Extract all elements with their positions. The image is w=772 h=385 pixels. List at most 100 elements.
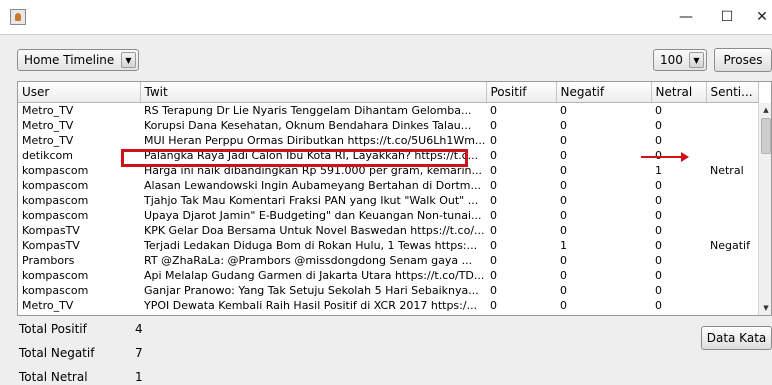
cell-twit: Upaya Djarot Jamin" E-Budgeting" dan Keu… <box>144 208 482 222</box>
chevron-down-icon[interactable]: ▼ <box>121 52 136 68</box>
column-header-user[interactable]: User <box>18 82 141 103</box>
table-row[interactable]: Metro_TV MUI Heran Perppu Ormas Diributka… <box>18 133 758 148</box>
table-row[interactable]: kompascom Tjahjo Tak Mau Komentari Fraksi… <box>18 193 758 208</box>
cell-sentimen: Netral <box>710 163 744 177</box>
cell-positif: 0 <box>490 223 497 237</box>
cell-twit: Alasan Lewandowski Ingin Aubameyang Bert… <box>144 178 482 192</box>
main-panel: Home Timeline ▼ 100 ▼ Proses User Twit P… <box>0 34 772 385</box>
table-header-row: User Twit Positif Negatif Netral Senti..… <box>18 82 759 103</box>
cell-netral: 0 <box>655 238 662 252</box>
cell-netral: 0 <box>655 253 662 267</box>
cell-negatif: 0 <box>560 103 567 117</box>
cell-user: kompascom <box>22 178 89 192</box>
cell-positif: 0 <box>490 238 497 252</box>
cell-twit: Tjahjo Tak Mau Komentari Fraksi PAN yang… <box>144 193 479 207</box>
cell-twit: Terjadi Ledakan Diduga Bom di Rokan Hulu… <box>144 238 478 252</box>
table-row[interactable]: Metro_TV RS Terapung Dr Lie Nyaris Tengge… <box>18 102 758 118</box>
cell-user: Metro_TV <box>22 298 74 312</box>
cell-sentimen <box>706 253 758 268</box>
cell-positif: 0 <box>490 268 497 282</box>
cell-twit: RS Terapung Dr Lie Nyaris Tenggelam Diha… <box>144 103 472 117</box>
tweet-table: User Twit Positif Negatif Netral Senti..… <box>17 81 772 316</box>
cell-positif: 0 <box>490 193 497 207</box>
table-row[interactable]: Prambors RT @ZhaRaLa: @Prambors @missdong… <box>18 253 758 268</box>
red-arrow-annotation <box>641 152 689 162</box>
table-row[interactable]: kompascom Alasan Lewandowski Ingin Aubame… <box>18 178 758 193</box>
title-bar: — ☐ ✕ <box>0 0 772 34</box>
table-row[interactable]: Metro_TV Korupsi Dana Kesehatan, Oknum Be… <box>18 118 758 133</box>
table-row[interactable]: KompasTV Terjadi Ledakan Diduga Bom di Ro… <box>18 238 758 253</box>
cell-twit: Ganjar Pranowo: Yang Tak Setuju Sekolah … <box>144 283 479 297</box>
close-button[interactable]: ✕ <box>740 4 772 30</box>
cell-netral: 0 <box>655 178 662 192</box>
scroll-down-arrow-icon[interactable]: ▼ <box>759 301 771 315</box>
table-row[interactable]: kompascom Upaya Djarot Jamin" E-Budgeting… <box>18 208 758 223</box>
cell-netral: 0 <box>655 118 662 132</box>
column-header-netral[interactable]: Netral <box>651 82 707 103</box>
highlighted-tweet-annotation <box>121 149 468 167</box>
cell-positif: 0 <box>490 133 497 147</box>
total-positif-value: 4 <box>135 322 143 336</box>
cell-twit: Korupsi Dana Kesehatan, Oknum Bendahara … <box>144 118 472 132</box>
table-row[interactable]: kompascom Api Melalap Gudang Garmen di Ja… <box>18 268 758 283</box>
column-header-negatif[interactable]: Negatif <box>556 82 652 103</box>
cell-netral: 0 <box>655 133 662 147</box>
minimize-button[interactable]: — <box>664 4 708 30</box>
timeline-select[interactable]: Home Timeline ▼ <box>17 49 139 71</box>
cell-positif: 0 <box>490 298 497 312</box>
cell-netral: 0 <box>655 298 662 312</box>
scroll-up-arrow-icon[interactable]: ▲ <box>759 103 771 117</box>
cell-netral: 0 <box>655 223 662 237</box>
cell-negatif: 0 <box>560 268 567 282</box>
cell-negatif: 0 <box>560 208 567 222</box>
cell-netral: 0 <box>655 208 662 222</box>
cell-netral: 0 <box>655 268 662 282</box>
cell-user: KompasTV <box>22 238 80 252</box>
table-row[interactable]: KompasTV KPK Gelar Doa Bersama Untuk Nove… <box>18 223 758 238</box>
cell-netral: 0 <box>655 283 662 297</box>
cell-netral: 0 <box>655 148 662 162</box>
cell-sentimen <box>706 268 758 283</box>
count-select[interactable]: 100 ▼ <box>653 49 707 71</box>
column-header-twit[interactable]: Twit <box>140 82 487 103</box>
cell-negatif: 0 <box>560 148 567 162</box>
vertical-scrollbar[interactable]: ▲ ▼ <box>758 103 771 315</box>
cell-negatif: 0 <box>560 283 567 297</box>
proses-button[interactable]: Proses <box>714 48 772 72</box>
cell-twit: KPK Gelar Doa Bersama Untuk Novel Baswed… <box>144 223 485 237</box>
column-header-sentimen[interactable]: Senti... <box>706 82 759 103</box>
cell-negatif: 0 <box>560 118 567 132</box>
cell-positif: 0 <box>490 148 497 162</box>
scrollbar-thumb[interactable] <box>761 118 771 154</box>
cell-sentimen <box>706 283 758 298</box>
data-kata-button[interactable]: Data Kata <box>701 326 772 350</box>
cell-sentimen <box>706 133 758 148</box>
cell-sentimen <box>706 298 758 313</box>
cell-positif: 0 <box>490 118 497 132</box>
cell-negatif: 0 <box>560 193 567 207</box>
cell-positif: 0 <box>490 253 497 267</box>
cell-negatif: 1 <box>560 238 567 252</box>
cell-netral: 0 <box>655 103 662 117</box>
chevron-down-icon[interactable]: ▼ <box>689 52 704 68</box>
cell-netral: 1 <box>655 163 662 177</box>
cell-user: Metro_TV <box>22 118 74 132</box>
cell-user: kompascom <box>22 283 89 297</box>
table-row[interactable]: kompascom Ganjar Pranowo: Yang Tak Setuju… <box>18 283 758 298</box>
total-negatif-label: Total Negatif <box>19 346 95 360</box>
cell-sentimen <box>706 223 758 238</box>
cell-sentimen <box>706 178 758 193</box>
cell-twit: YPOI Dewata Kembali Raih Hasil Positif d… <box>144 298 478 312</box>
total-netral-value: 1 <box>135 370 143 384</box>
table-row[interactable]: Metro_TV YPOI Dewata Kembali Raih Hasil P… <box>18 298 758 313</box>
cell-negatif: 0 <box>560 163 567 177</box>
cell-user: kompascom <box>22 193 89 207</box>
cell-negatif: 0 <box>560 253 567 267</box>
cell-positif: 0 <box>490 103 497 117</box>
cell-user: KompasTV <box>22 223 80 237</box>
cell-negatif: 0 <box>560 298 567 312</box>
cell-user: Metro_TV <box>22 133 74 147</box>
cell-sentimen <box>706 148 758 163</box>
cell-sentimen <box>706 193 758 208</box>
column-header-positif[interactable]: Positif <box>486 82 557 103</box>
